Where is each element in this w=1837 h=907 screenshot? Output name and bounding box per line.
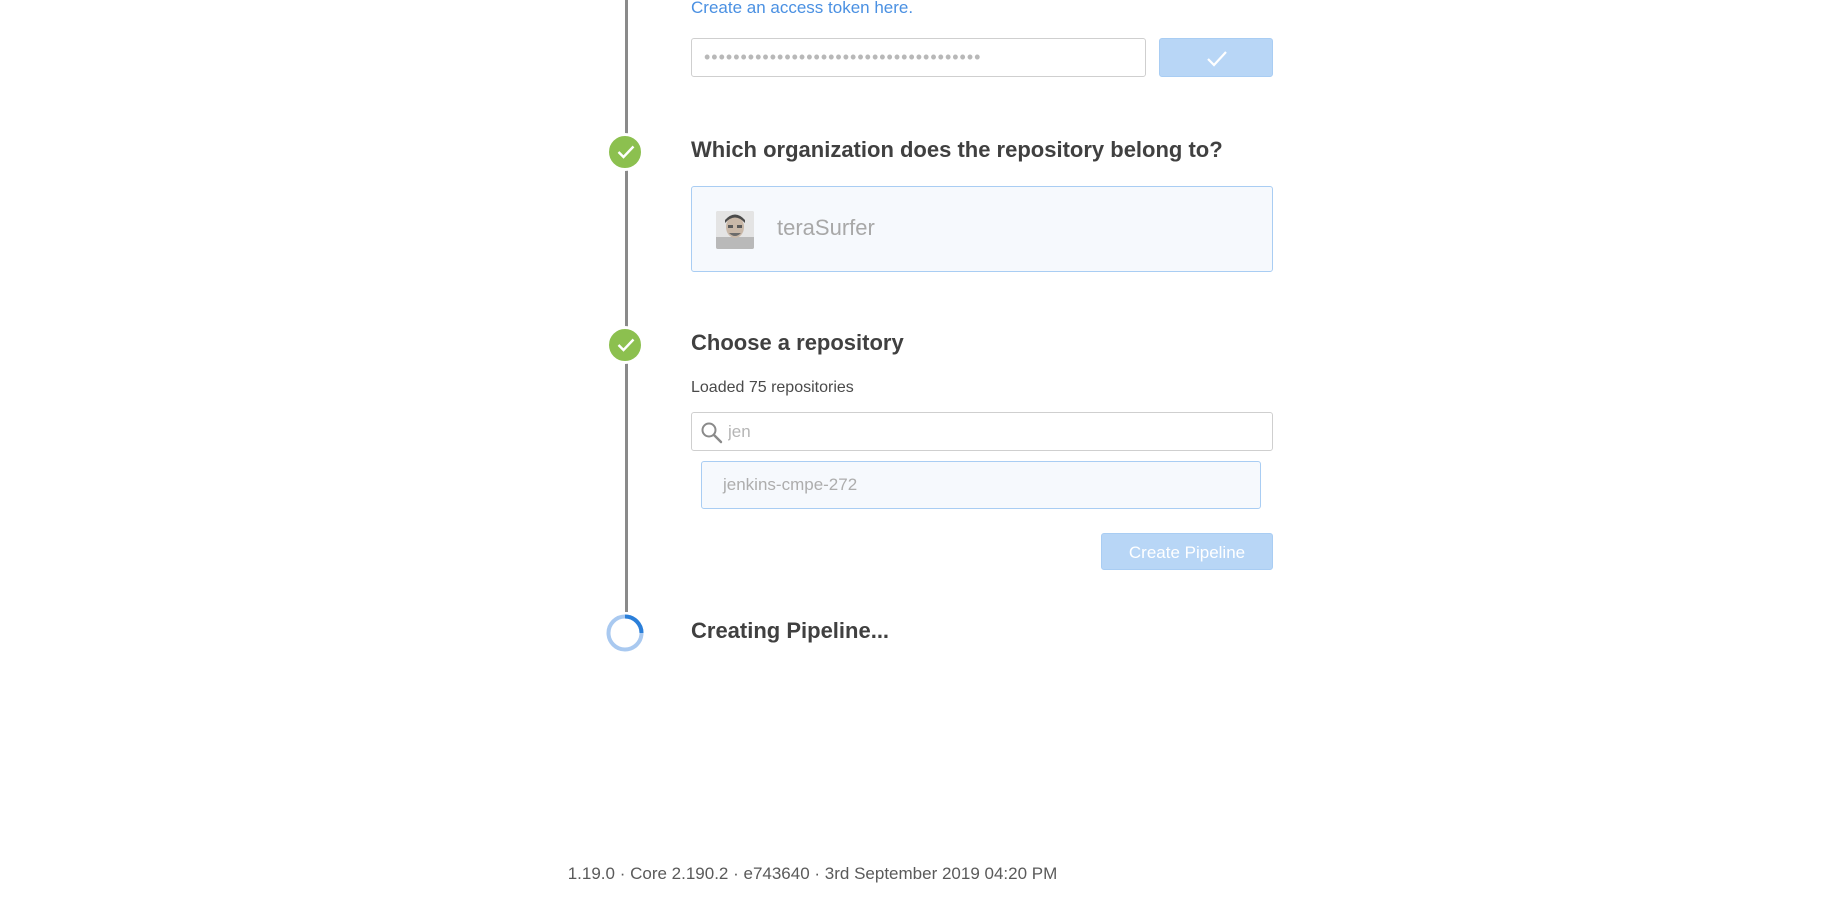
- access-token-input[interactable]: ••••••••••••••••••••••••••••••••••••••: [691, 38, 1146, 77]
- creating-pipeline-title: Creating Pipeline...: [691, 618, 890, 643]
- timeline-line: [625, 0, 628, 612]
- repository-search-field[interactable]: [691, 412, 1273, 451]
- checkmark-icon: [1207, 51, 1227, 67]
- create-pipeline-button[interactable]: Create Pipeline: [1101, 533, 1273, 570]
- step-complete-icon-repository: [606, 326, 644, 364]
- repository-search-input[interactable]: [728, 413, 1248, 450]
- loading-spinner-icon: [606, 614, 644, 652]
- create-access-token-link[interactable]: Create an access token here.: [691, 0, 913, 18]
- version-footer: 1.19.0 · Core 2.190.2 · e743640 · 3rd Se…: [567, 864, 1058, 883]
- repository-step-title: Choose a repository: [691, 330, 904, 355]
- organization-name: teraSurfer: [777, 215, 875, 240]
- organization-step-title: Which organization does the repository b…: [691, 137, 1223, 162]
- search-icon: [701, 422, 723, 444]
- pipeline-creation-page: Create an access token here. •••••••••••…: [0, 0, 1837, 907]
- step-complete-icon-organization: [606, 133, 644, 171]
- repository-list: jenkins-cmpe-272: [691, 455, 1273, 515]
- avatar: [716, 211, 754, 249]
- organization-option[interactable]: teraSurfer: [691, 186, 1273, 272]
- token-confirm-button[interactable]: [1159, 38, 1273, 77]
- repository-list-item[interactable]: jenkins-cmpe-272: [701, 461, 1261, 509]
- repositories-loaded-status: Loaded 75 repositories: [691, 379, 854, 396]
